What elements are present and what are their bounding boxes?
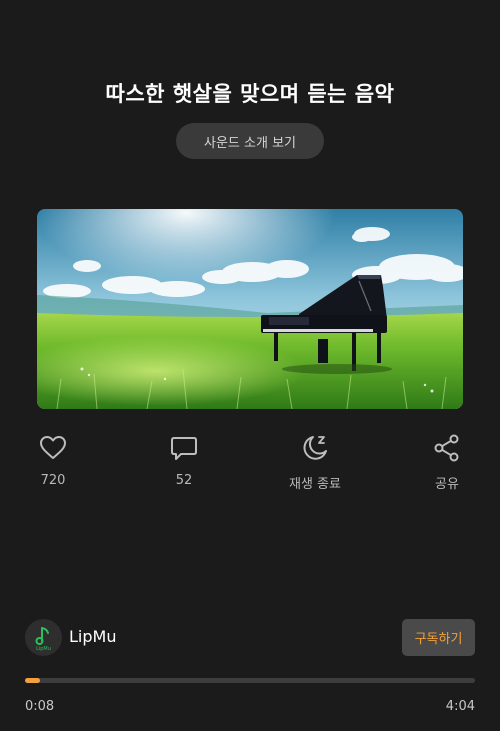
- progress-fill: [25, 678, 40, 683]
- share-icon: [432, 433, 462, 463]
- sleep-timer-label: 재생 종료: [289, 477, 341, 492]
- channel-name[interactable]: LipMu: [69, 627, 116, 646]
- heart-icon: [38, 433, 68, 463]
- moon-icon: [300, 433, 330, 463]
- comment-icon: [169, 433, 199, 463]
- sound-intro-button[interactable]: 사운드 소개 보기: [176, 123, 324, 159]
- like-count: 720: [40, 473, 66, 488]
- sleep-timer-button[interactable]: 재생 종료: [270, 433, 360, 492]
- channel-avatar[interactable]: LipMu: [25, 619, 62, 656]
- progress-bar[interactable]: [25, 678, 475, 683]
- comment-count: 52: [175, 473, 193, 488]
- music-note-icon: LipMu: [35, 627, 51, 652]
- avatar-logo-text: LipMu: [36, 646, 51, 652]
- channel-row: LipMu LipMu 구독하기: [25, 619, 475, 657]
- like-button[interactable]: 720: [8, 433, 98, 488]
- page-title: 따스한 햇살을 맞으며 듣는 음악: [105, 82, 395, 106]
- piano-field-artwork: [37, 209, 463, 409]
- subscribe-button[interactable]: 구독하기: [402, 619, 475, 656]
- comment-button[interactable]: 52: [139, 433, 229, 488]
- cover-artwork: [37, 209, 463, 409]
- share-label: 공유: [435, 477, 459, 492]
- share-button[interactable]: 공유: [402, 433, 492, 492]
- action-bar: 720 52 재생 종료 공유: [0, 433, 500, 503]
- total-time: 4:04: [445, 699, 475, 714]
- elapsed-time: 0:08: [25, 699, 55, 714]
